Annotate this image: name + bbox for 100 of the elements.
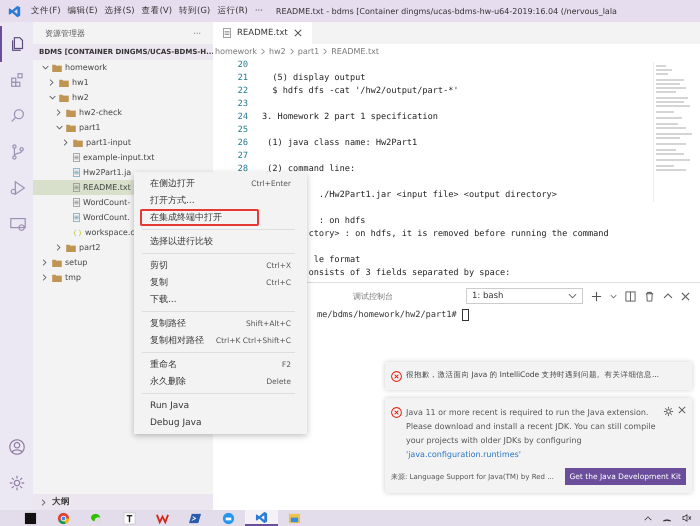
tree-item-label: setup <box>65 258 88 267</box>
line-number: 28 <box>238 164 248 174</box>
tray-chevron-icon[interactable] <box>644 516 652 520</box>
breadcrumb-item[interactable]: hw2 <box>269 46 286 56</box>
chevron-up-icon[interactable] <box>663 293 673 299</box>
tree-item-label: hw2 <box>72 93 89 102</box>
menu-item[interactable]: 文件(F) <box>31 5 61 17</box>
menu-item[interactable]: 运行(R) <box>217 5 248 17</box>
tree-item-label: WordCount. <box>83 213 130 222</box>
braces-icon <box>73 228 82 236</box>
code-line: ./Hw2Part1.jar <input file> <output directory> <box>318 190 557 200</box>
chevron-right-icon[interactable] <box>49 79 54 86</box>
tree-item[interactable]: hw2-check <box>33 105 213 120</box>
breadcrumb-item[interactable]: README.txt <box>331 46 380 56</box>
chevron-right-icon[interactable] <box>42 274 47 281</box>
file-icon <box>73 168 80 177</box>
settings-icon[interactable] <box>8 474 26 492</box>
menu-item[interactable]: 选择以进行比较 <box>134 233 307 250</box>
menu-item[interactable]: Debug Java <box>134 414 307 431</box>
tree-item-label: Hw2Part1.ja <box>83 168 132 177</box>
menu-item[interactable]: 编辑(E) <box>68 5 98 17</box>
plus-icon[interactable] <box>591 290 602 302</box>
code-line: 3. Homework 2 part 1 specification <box>262 112 438 122</box>
outline-label: 大纲 <box>52 496 70 508</box>
code-line: (2) command line: <box>267 164 356 174</box>
breadcrumb-item[interactable]: homework <box>215 46 258 56</box>
chevron-right-icon[interactable] <box>42 259 47 266</box>
error-icon <box>391 407 402 418</box>
file-icon <box>73 198 80 207</box>
chevron-right-icon[interactable] <box>41 498 46 506</box>
line-number: 24 <box>238 112 248 122</box>
chevron-right-icon <box>261 48 266 54</box>
error-icon <box>391 371 402 382</box>
notification-message: Java 11 or more recent is required to run the Java extension. Please download and install a recent JDK. You can still compile your projects with older JDKs by configuring <box>406 408 656 445</box>
chevron-down-icon <box>568 293 577 299</box>
code-line: : on hdfs <box>318 216 366 226</box>
terminal-prompt: me/bdms/homework/hw2/part1# <box>317 310 458 320</box>
line-number: 20 <box>238 60 248 70</box>
terminal-dropdown[interactable]: 1: bash <box>466 288 583 304</box>
chevron-down-icon[interactable] <box>610 294 617 298</box>
trash-icon[interactable] <box>644 290 655 302</box>
line-number: 25 <box>238 124 248 134</box>
config-link[interactable]: 'java.configuration.runtimes' <box>406 450 521 459</box>
split-icon[interactable] <box>625 290 636 302</box>
tree-item-label: README.txt <box>83 183 131 192</box>
line-number: 26 <box>238 138 248 148</box>
menu-item[interactable]: ··· <box>254 6 263 16</box>
tree-item-label: tmp <box>65 273 82 282</box>
tree-item-label: WordCount- <box>83 198 130 207</box>
menu-item[interactable]: Run Java <box>134 397 307 414</box>
debug-console-tab[interactable]: 调试控制台 <box>353 290 393 302</box>
tree-item[interactable]: part1-input <box>33 135 213 150</box>
close-icon[interactable] <box>678 406 686 414</box>
terminal-cursor <box>462 309 469 321</box>
code-line: le format <box>314 254 360 264</box>
chevron-right-icon <box>290 48 294 54</box>
code-line: onsists of 3 fields separated by space: <box>308 268 510 278</box>
chevron-down-icon[interactable] <box>49 95 56 100</box>
tree-item[interactable]: example-input.txt <box>33 150 213 165</box>
explorer-title: 资源管理器 <box>45 28 85 38</box>
code-line: $ hdfs dfs -cat '/hw2/output/part-*' <box>272 86 459 96</box>
chevron-right-icon <box>323 48 328 54</box>
menu-item[interactable]: 打开方式... <box>134 192 307 209</box>
tree-item[interactable]: hw1 <box>33 75 213 90</box>
menu-item[interactable]: 下载... <box>134 291 307 308</box>
chevron-down-icon[interactable] <box>42 65 49 70</box>
account-icon[interactable] <box>8 438 26 456</box>
line-number: 23 <box>238 98 248 108</box>
menu-item[interactable]: 选择(S) <box>104 5 135 17</box>
tree-item-label: hw1 <box>72 78 89 87</box>
tree-item[interactable]: part1 <box>33 120 213 135</box>
menu-item[interactable]: 转到(G) <box>179 5 210 17</box>
settings-icon[interactable] <box>663 406 674 417</box>
close-icon[interactable] <box>294 29 302 37</box>
window-title: README.txt - bdms [Container dingms/ucas-bdms-hw-u64-2019:16.04 (/nervous_lala <box>276 6 617 16</box>
tree-item-label: part2 <box>79 243 100 252</box>
close-icon[interactable] <box>681 292 690 300</box>
chevron-down-icon[interactable] <box>56 125 63 130</box>
tree-item-label: homework <box>65 63 108 72</box>
line-number: 27 <box>238 150 248 160</box>
tree-item-label: hw2-check <box>79 108 122 117</box>
breadcrumb-item[interactable]: part1 <box>298 46 320 56</box>
chevron-right-icon[interactable] <box>56 109 61 116</box>
tree-item[interactable]: hw2 <box>33 90 213 105</box>
code-line: (5) display output <box>272 72 366 82</box>
code-line: ctory> : on hdfs, it is removed before running the command <box>308 228 609 238</box>
menu-item[interactable]: 在集成终端中打开 <box>140 209 259 226</box>
tree-item-label: workspace.c <box>85 228 135 237</box>
tree-item[interactable]: homework <box>33 60 213 75</box>
vscode-app-icon[interactable] <box>245 510 278 526</box>
vscode-logo-icon <box>8 4 21 18</box>
outline-section[interactable]: 大纲 <box>33 494 213 510</box>
more-actions-button[interactable]: ··· <box>193 28 201 38</box>
tab-label: README.txt <box>237 28 288 38</box>
chevron-right-icon[interactable] <box>63 139 68 146</box>
chevron-right-icon[interactable] <box>56 244 61 251</box>
speaker-muted-icon[interactable] <box>682 514 692 522</box>
line-number: 22 <box>238 86 248 96</box>
editor-tab[interactable]: README.txt <box>213 22 312 44</box>
menu-item[interactable]: 查看(V) <box>142 5 172 17</box>
